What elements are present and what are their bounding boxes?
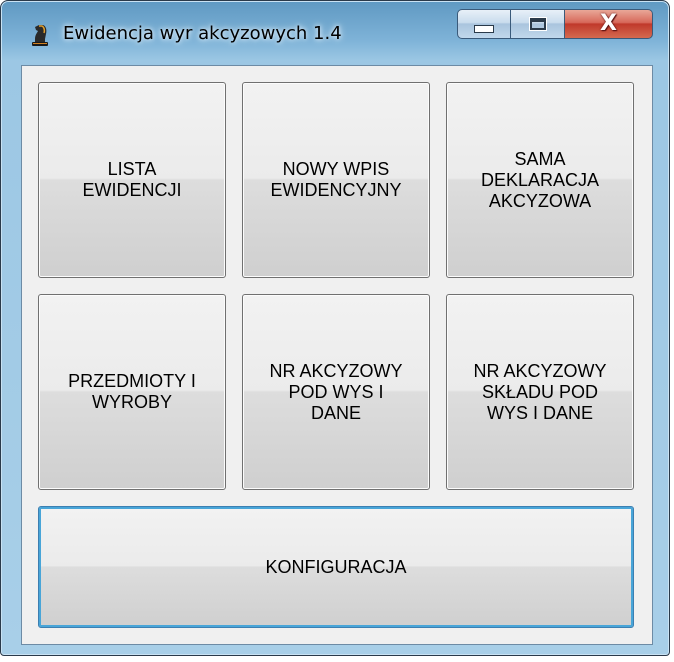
main-panel: LISTA EWIDENCJI NOWY WPIS EWIDENCYJNY SA… <box>21 65 653 645</box>
title-bar[interactable]: Ewidencja wyr akcyzowych 1.4 X <box>1 1 669 61</box>
chess-knight-icon[interactable] <box>27 21 53 47</box>
caption-buttons: X <box>457 9 653 41</box>
konfiguracja-button[interactable]: KONFIGURACJA <box>38 506 634 628</box>
maximize-button[interactable] <box>511 9 565 39</box>
sama-deklaracja-button[interactable]: SAMA DEKLARACJA AKCYZOWA <box>446 82 634 278</box>
lista-ewidencji-button[interactable]: LISTA EWIDENCJI <box>38 82 226 278</box>
minimize-button[interactable] <box>457 9 511 39</box>
nowy-wpis-button[interactable]: NOWY WPIS EWIDENCYJNY <box>242 82 430 278</box>
nr-akcyzowy-pod-button[interactable]: NR AKCYZOWY POD WYS I DANE <box>242 294 430 490</box>
minimize-icon <box>474 25 494 33</box>
close-button[interactable]: X <box>565 9 653 39</box>
app-window: Ewidencja wyr akcyzowych 1.4 X LISTA EWI… <box>0 0 670 656</box>
close-icon: X <box>600 11 617 36</box>
window-title: Ewidencja wyr akcyzowych 1.4 <box>63 23 342 44</box>
nr-akcyzowy-skladu-button[interactable]: NR AKCYZOWY SKŁADU POD WYS I DANE <box>446 294 634 490</box>
przedmioty-button[interactable]: PRZEDMIOTY I WYROBY <box>38 294 226 490</box>
maximize-icon <box>528 17 547 31</box>
